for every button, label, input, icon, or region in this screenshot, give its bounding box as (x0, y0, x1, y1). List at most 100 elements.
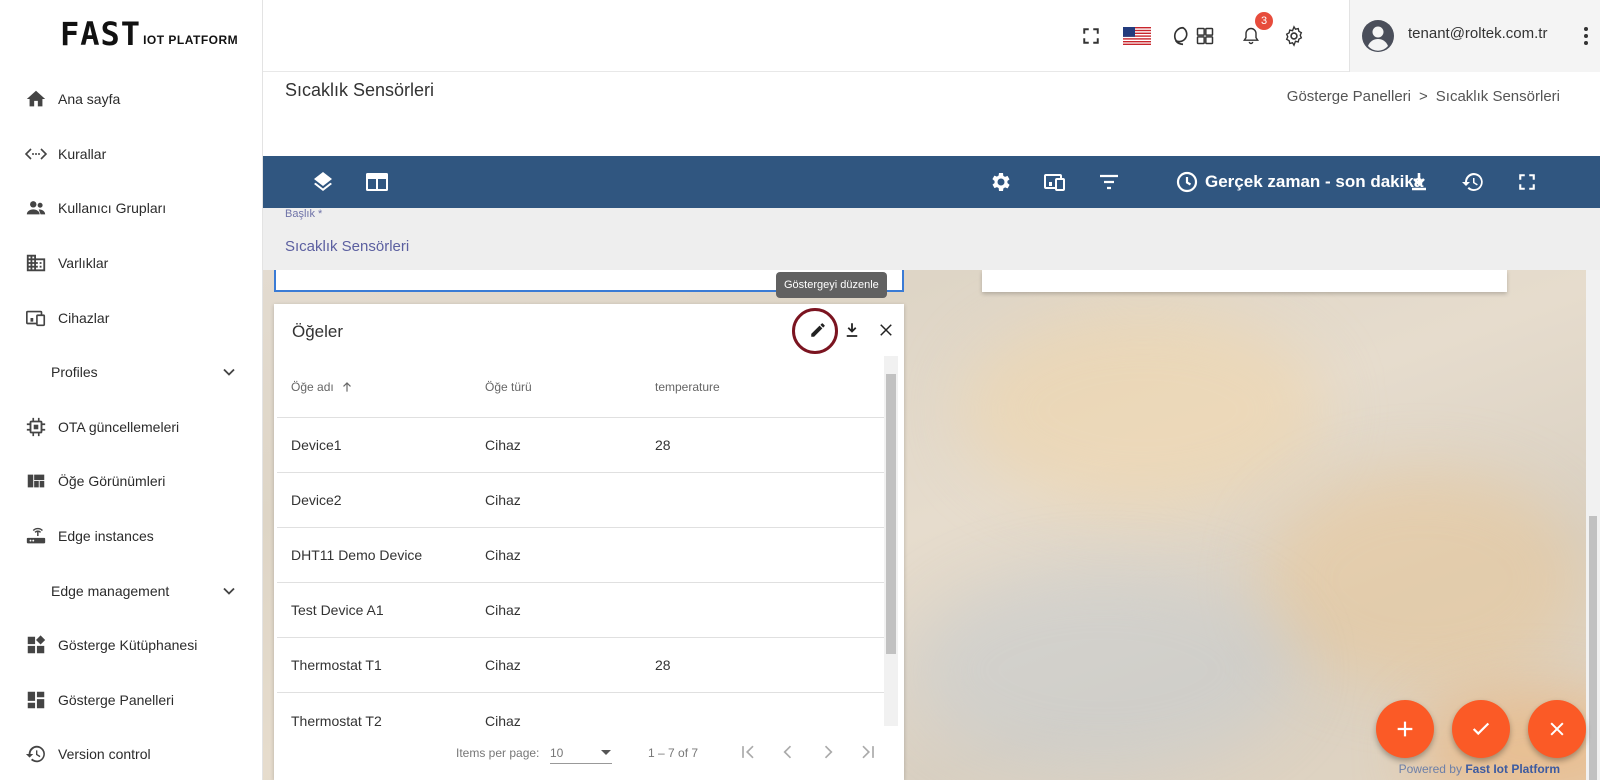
cell-entity-type: Cihaz (485, 547, 521, 563)
sidebar-item-ota-updates[interactable]: OTA güncellemeleri (0, 400, 262, 455)
sidebar-item-devices[interactable]: Cihazlar (0, 290, 262, 345)
paginator: Items per page: 10 1 – 7 of 7 (274, 724, 904, 780)
save-dashboard-button[interactable] (1452, 700, 1510, 758)
user-menu[interactable]: tenant@roltek.com.tr (1349, 0, 1600, 72)
download-icon[interactable] (1407, 170, 1431, 194)
column-header-temperature[interactable]: temperature (655, 380, 885, 394)
sidebar-item-widget-library[interactable]: Gösterge Kütüphanesi (0, 618, 262, 673)
last-page-icon[interactable] (856, 740, 880, 764)
sidebar-item-label: Ana sayfa (58, 91, 121, 108)
entities-table-widget[interactable]: Öğeler Öğe adı Öğe türü temperature Devi… (274, 304, 904, 780)
sidebar-item-dashboards[interactable]: Gösterge Panelleri (0, 673, 262, 728)
settings-gear-icon[interactable] (1282, 24, 1306, 48)
sidebar-nav: Ana sayfa Kurallar Kullanıcı Grupları Va… (0, 72, 262, 780)
first-page-icon[interactable] (736, 740, 760, 764)
scrollbar-thumb[interactable] (886, 374, 896, 654)
close-icon (1547, 719, 1567, 739)
breadcrumb-link-dashboards[interactable]: Gösterge Panelleri (1287, 88, 1411, 105)
canvas-scrollbar[interactable] (1586, 270, 1600, 780)
download-icon[interactable] (840, 318, 864, 342)
dashboard-toolbar: Gerçek zaman - son dakika (263, 156, 1600, 208)
sidebar-item-label: Varlıklar (58, 255, 109, 272)
column-header-entity-type[interactable]: Öğe türü (485, 380, 655, 394)
filter-icon[interactable] (1097, 170, 1121, 194)
history-icon (24, 742, 48, 766)
next-page-icon[interactable] (816, 740, 840, 764)
sidebar-item-version-control[interactable]: Version control (0, 727, 262, 780)
logo-text-big: FAST (60, 15, 142, 53)
cell-entity-type: Cihaz (485, 492, 521, 508)
scrollbar-thumb[interactable] (1589, 516, 1597, 780)
widget-right-partial[interactable] (982, 270, 1507, 292)
cell-entity-name: Device2 (291, 492, 342, 508)
dark-mode-icon[interactable] (1171, 24, 1195, 48)
sidebar-item-label: Edge management (51, 582, 170, 599)
sidebar-item-label: Kurallar (58, 145, 107, 162)
items-per-page-select[interactable]: 10 (550, 742, 612, 764)
title-field-label: Başlık * (285, 208, 323, 220)
apps-grid-icon[interactable] (1193, 24, 1217, 48)
devices-icon (24, 306, 48, 330)
powered-by-brand[interactable]: Fast Iot Platform (1465, 762, 1560, 776)
sidebar-item-edge-instances[interactable]: Edge instances (0, 509, 262, 564)
column-header-entity-name[interactable]: Öğe adı (277, 380, 485, 394)
notifications-icon[interactable]: 3 (1239, 12, 1273, 48)
cell-entity-name: DHT11 Demo Device (291, 547, 423, 563)
cell-entity-name: Test Device A1 (291, 602, 384, 618)
top-bar: 3 tenant@roltek.com.tr (263, 0, 1600, 72)
timewindow-button[interactable]: Gerçek zaman - son dakika (1175, 170, 1423, 194)
sidebar-item-label: Gösterge Panelleri (58, 691, 174, 708)
devices-icon[interactable] (1043, 170, 1067, 194)
close-icon[interactable] (874, 318, 898, 342)
powered-by-prefix: Powered by (1398, 762, 1462, 776)
check-icon (1470, 718, 1492, 740)
sidebar-item-label: Cihazlar (58, 309, 110, 326)
memory-chip-icon (24, 415, 48, 439)
breadcrumb-separator: > (1419, 88, 1428, 105)
table-row[interactable]: Device1 Cihaz 28 (277, 418, 885, 473)
entities-table: Öğe adı Öğe türü temperature Device1 Cih… (277, 356, 885, 748)
edit-pencil-icon[interactable] (806, 318, 830, 342)
table-row[interactable]: Thermostat T1 Cihaz 28 (277, 638, 885, 693)
widgets-icon (24, 633, 48, 657)
prev-page-icon[interactable] (776, 740, 800, 764)
sidebar-item-rules[interactable]: Kurallar (0, 127, 262, 182)
sidebar-item-edge-management[interactable]: Edge management (0, 563, 262, 618)
dropdown-arrow-icon (600, 749, 612, 757)
more-vert-icon[interactable] (1574, 24, 1598, 48)
domain-icon (24, 251, 48, 275)
title-field-value[interactable]: Sıcaklık Sensörleri (285, 238, 409, 255)
history-icon[interactable] (1461, 170, 1485, 194)
dashboard-title-field[interactable]: Başlık * Sıcaklık Sensörleri (263, 208, 1600, 270)
layout-icon[interactable] (365, 170, 389, 194)
table-scrollbar[interactable] (884, 356, 898, 726)
fullscreen-icon[interactable] (1515, 170, 1539, 194)
layers-icon[interactable] (311, 170, 335, 194)
settings-icon[interactable] (989, 170, 1013, 194)
table-row[interactable]: Test Device A1 Cihaz (277, 583, 885, 638)
router-icon (24, 524, 48, 548)
us-flag-icon[interactable] (1123, 24, 1151, 48)
platform-logo[interactable]: FAST IOT PLATFORM (60, 18, 238, 50)
sidebar-item-profiles[interactable]: Profiles (0, 345, 262, 400)
fullscreen-icon[interactable] (1079, 24, 1103, 48)
cell-entity-name: Device1 (291, 437, 342, 453)
sidebar-item-assets[interactable]: Varlıklar (0, 236, 262, 291)
page-title: Sıcaklık Sensörleri (285, 80, 435, 100)
items-per-page-value: 10 (550, 745, 564, 760)
sidebar-item-entity-views[interactable]: Öğe Görünümleri (0, 454, 262, 509)
chevron-down-icon (219, 581, 239, 601)
cell-temperature: 28 (655, 437, 671, 453)
sidebar-item-user-groups[interactable]: Kullanıcı Grupları (0, 181, 262, 236)
chevron-down-icon (219, 362, 239, 382)
background-cloud (963, 310, 1323, 510)
add-widget-button[interactable] (1376, 700, 1434, 758)
sidebar-item-home[interactable]: Ana sayfa (0, 72, 262, 127)
powered-by: Powered by Fast Iot Platform (1399, 762, 1560, 776)
items-per-page-label: Items per page: (456, 746, 540, 760)
table-row[interactable]: DHT11 Demo Device Cihaz (277, 528, 885, 583)
table-row[interactable]: Device2 Cihaz (277, 473, 885, 528)
cancel-edit-button[interactable] (1528, 700, 1586, 758)
table-header: Öğe adı Öğe türü temperature (277, 356, 885, 418)
background-cloud (913, 570, 1293, 770)
